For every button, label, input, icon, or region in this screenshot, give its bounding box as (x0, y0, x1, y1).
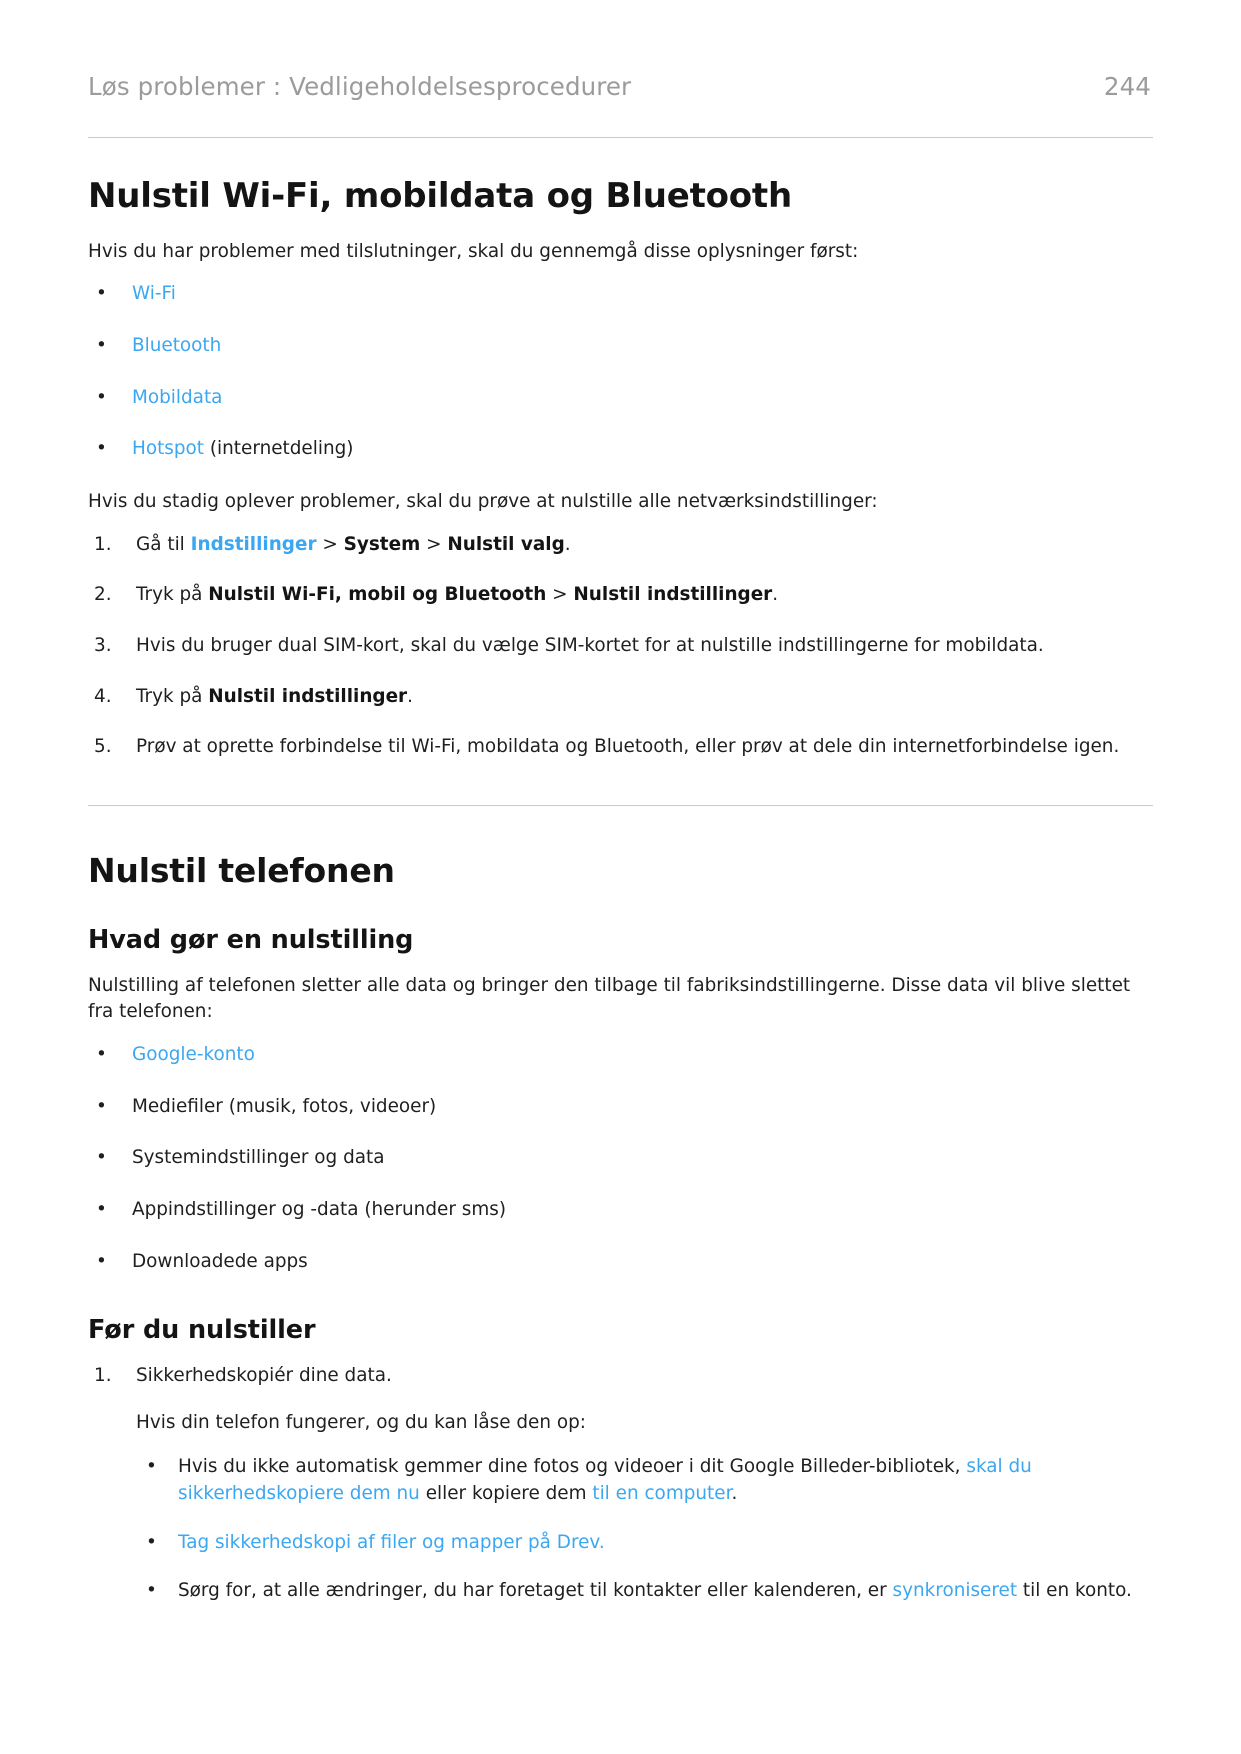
list-item: • Sørg for, at alle ændringer, du har for… (136, 1578, 1153, 1605)
list-item-link[interactable]: Hotspot (132, 438, 204, 459)
list-item: • Wi-Fi (88, 281, 1153, 308)
list-item: • Systemindstillinger og data (88, 1145, 1153, 1172)
list-item: • Downloadede apps (88, 1249, 1153, 1276)
step-number: 1. (94, 1365, 112, 1386)
running-header: Løs problemer : Vedligeholdelsesprocedur… (88, 72, 1153, 101)
list-item: • Bluetooth (88, 333, 1153, 360)
text-run: . (407, 685, 413, 707)
erased-data-list: • Google-konto • Mediefiler (musik, fotos, … (88, 1042, 1153, 1275)
backup-options-list: • Hvis du ikke automatisk gemmer dine fot… (136, 1454, 1153, 1605)
bold-term: Nulstil valg (447, 533, 565, 555)
breadcrumb: Løs problemer : Vedligeholdelsesprocedur… (88, 72, 632, 101)
text-run: Gå til (136, 533, 191, 555)
list-item-label: Downloadede apps (132, 1250, 308, 1272)
step-number: 2. (94, 584, 112, 606)
section-divider (88, 805, 1153, 807)
ordered-list-item: 1. Sikkerhedskopiér dine data. Hvis din te… (88, 1363, 1153, 1605)
list-item-label: Mediefiler (musik, fotos, videoer) (132, 1095, 437, 1117)
still-problems-paragraph: Hvis du stadig oplever problemer, skal d… (88, 490, 878, 512)
list-item: • Hvis du ikke automatisk gemmer dine fot… (136, 1454, 1153, 1507)
ordered-list-item: 3. Hvis du bruger dual SIM-kort, skal du … (88, 633, 1153, 660)
list-item-label: (internetdeling) (204, 438, 354, 460)
page-number: 244 (1103, 72, 1151, 101)
text-run: Tryk på (136, 584, 209, 606)
bold-term: Nulstil indstillinger (573, 584, 773, 606)
text-run: eller kopiere dem (419, 1483, 593, 1505)
subheading-before-reset: Før du nulstiller (88, 1315, 316, 1346)
text-run: . (772, 584, 779, 606)
ordered-list-item: 4. Tryk på Nulstil indstillinger. (88, 684, 1153, 711)
text-run: . (564, 533, 571, 555)
bullet-icon: • (96, 1250, 107, 1272)
bullet-icon: • (146, 1531, 157, 1553)
text-run: Prøv at oprette forbindelse til Wi-Fi, m… (136, 736, 1120, 758)
header-divider (88, 137, 1153, 139)
before-reset-steps: 1. Sikkerhedskopiér dine data. Hvis din te… (88, 1363, 1153, 1605)
step-number: 5. (94, 736, 112, 758)
bullet-icon: • (96, 283, 107, 305)
step-text: Sikkerhedskopiér dine data. (136, 1365, 392, 1386)
bullet-icon: • (146, 1456, 157, 1478)
text-run: > (316, 533, 344, 555)
bold-term: System (343, 533, 421, 555)
list-item: • Google-konto (88, 1042, 1153, 1069)
text-run: > (546, 584, 574, 606)
text-run: Tryk på (136, 685, 209, 707)
section-heading-reset-network: Nulstil Wi-Fi, mobildata og Bluetooth (88, 176, 792, 217)
list-item: • Mobildata (88, 385, 1153, 412)
reset-description-paragraph: Nulstilling af telefonen sletter alle da… (88, 974, 1131, 1023)
reset-network-steps: 1. Gå til Indstillinger > System > Nulsti… (88, 532, 1153, 761)
inline-link[interactable]: Tag sikkerhedskopi af filer og mapper på… (178, 1532, 605, 1553)
bold-term: Nulstil Wi-Fi, mobil og Bluetooth (208, 584, 547, 606)
step-number: 1. (94, 533, 112, 555)
bullet-icon: • (96, 1095, 107, 1117)
list-item-label: Appindstillinger og -data (herunder sms) (132, 1199, 506, 1221)
bold-term: Nulstil indstillinger (208, 685, 408, 707)
list-item-link[interactable]: Wi-Fi (132, 283, 176, 304)
text-run: Hvis du bruger dual SIM-kort, skal du væ… (136, 635, 1044, 656)
list-item-link[interactable]: Mobildata (132, 387, 222, 408)
subheading-what-reset-does: Hvad gør en nulstilling (88, 925, 414, 955)
document-page: Løs problemer : Vedligeholdelsesprocedur… (0, 0, 1241, 1754)
bullet-icon: • (96, 1043, 107, 1065)
bullet-icon: • (146, 1580, 157, 1602)
bullet-icon: • (96, 386, 107, 408)
inline-link[interactable]: til en computer (592, 1483, 731, 1504)
step-number: 3. (94, 635, 112, 656)
intro-paragraph: Hvis du har problemer med tilslutninger,… (88, 240, 859, 262)
bullet-icon: • (96, 1147, 107, 1169)
list-item: • Appindstillinger og -data (herunder sms… (88, 1197, 1153, 1224)
list-item-label: Systemindstillinger og data (132, 1147, 385, 1169)
ordered-list-item: 2. Tryk på Nulstil Wi-Fi, mobil og Blueto… (88, 582, 1153, 609)
bullet-icon: • (96, 1199, 107, 1221)
step-sub-paragraph: Hvis din telefon fungerer, og du kan lås… (136, 1411, 586, 1433)
text-run: Sørg for, at alle ændringer, du har fore… (178, 1580, 893, 1602)
text-run: . (731, 1483, 738, 1505)
ordered-list-item: 5. Prøv at oprette forbindelse til Wi-Fi,… (88, 734, 1153, 761)
text-run: til en konto. (1017, 1580, 1132, 1602)
step-number: 4. (94, 685, 112, 707)
bullet-icon: • (96, 438, 107, 460)
text-run: > (420, 533, 448, 555)
list-item: • Tag sikkerhedskopi af filer og mapper p… (136, 1530, 1153, 1557)
list-item-link[interactable]: Bluetooth (132, 335, 221, 356)
list-item-link[interactable]: Google-konto (132, 1044, 255, 1065)
text-run: Hvis du ikke automatisk gemmer dine foto… (178, 1456, 967, 1478)
connection-links-list: • Wi-Fi • Bluetooth • Mobildata • Hotspot (inte… (88, 281, 1153, 463)
inline-link[interactable]: Indstillinger (191, 534, 317, 555)
list-item: • Hotspot (internetdeling) (88, 436, 1153, 463)
section-heading-reset-phone: Nulstil telefonen (88, 851, 395, 891)
inline-link[interactable]: synkroniseret (893, 1580, 1018, 1601)
bullet-icon: • (96, 334, 107, 356)
ordered-list-item: 1. Gå til Indstillinger > System > Nulsti… (88, 532, 1153, 559)
list-item: • Mediefiler (musik, fotos, videoer) (88, 1094, 1153, 1121)
